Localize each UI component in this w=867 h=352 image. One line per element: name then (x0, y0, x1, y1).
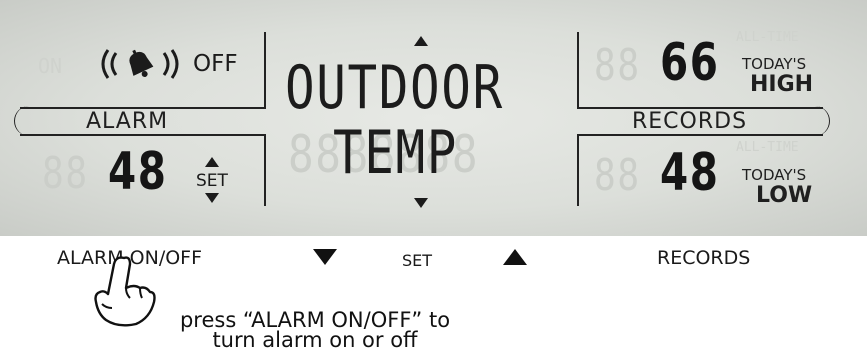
down-button-icon[interactable] (313, 249, 337, 265)
center-line1: OUTDOOR (285, 53, 504, 123)
high-label: HIGH (750, 72, 814, 97)
left-upper-bracket (264, 32, 266, 108)
set-button[interactable]: SET (402, 251, 432, 270)
set-up-arrow-icon (205, 157, 219, 167)
high-ghost-digits: 88 (594, 40, 641, 91)
low-label: LOW (756, 183, 813, 208)
pointing-hand-icon (94, 256, 156, 327)
instruction-text: press “ALARM ON/OFF” to turn alarm on or… (150, 308, 480, 352)
center-down-arrow-icon (414, 198, 428, 208)
set-down-arrow-icon (205, 193, 219, 203)
right-upper-bracket (577, 32, 579, 108)
instruction-line1: press “ALARM ON/OFF” to (179, 308, 451, 332)
alarm-temp-value: 48 (108, 142, 168, 202)
today-label-high: TODAY'S (742, 55, 807, 73)
today-label-low: TODAY'S (742, 166, 807, 184)
alarm-on-ghost: ON (38, 54, 63, 78)
alarm-section-label: ALARM (86, 109, 169, 134)
up-button-icon[interactable] (503, 249, 527, 265)
low-ghost-digits: 88 (594, 150, 641, 201)
center-line2: TEMP (333, 118, 459, 188)
alarm-ghost-digits: 88 (42, 148, 89, 199)
left-mid-line-bottom (20, 134, 266, 136)
alarm-bell-icon (101, 49, 179, 79)
records-button[interactable]: RECORDS (657, 247, 750, 269)
alltime-ghost-top: ALL-TIME (736, 30, 799, 45)
right-lower-bracket (577, 134, 579, 206)
left-lower-bracket (264, 134, 266, 206)
instruction-line2: turn alarm on or off (212, 328, 418, 352)
alltime-ghost-bottom: ALL-TIME (736, 140, 799, 155)
today-low-value: 48 (660, 143, 720, 203)
records-section-label: RECORDS (632, 109, 748, 134)
today-high-value: 66 (660, 33, 720, 93)
center-up-arrow-icon (414, 36, 428, 46)
lcd-display: ON OFF ALARM 88 48 SET OUTDOOR 8888888 T… (0, 0, 867, 236)
alarm-off-label: OFF (193, 51, 238, 77)
alarm-set-label: SET (196, 171, 228, 191)
